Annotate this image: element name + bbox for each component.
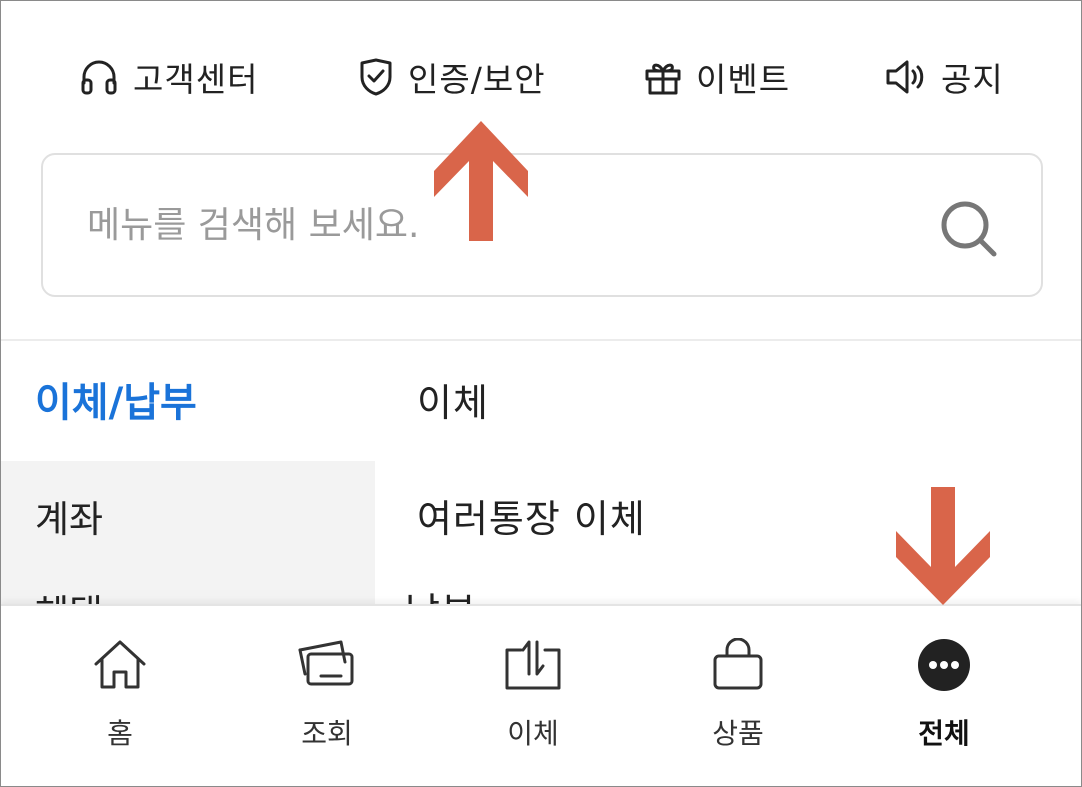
more-icon bbox=[917, 638, 971, 696]
top-link-label: 고객센터 bbox=[133, 60, 259, 99]
bottom-tab-bar: 홈 조회 이체 상품 전체 bbox=[1, 604, 1081, 786]
menu-search-box bbox=[41, 153, 1043, 297]
section-divider bbox=[1, 339, 1081, 341]
home-icon bbox=[93, 638, 147, 696]
top-link-auth-security[interactable]: 인증/보안 bbox=[358, 51, 546, 103]
top-link-notice[interactable]: 공지 bbox=[885, 51, 1004, 103]
tab-all-menu[interactable]: 전체 bbox=[844, 606, 1044, 786]
shield-check-icon bbox=[358, 57, 394, 97]
top-links-bar: 고객센터 인증/보안 이벤트 공지 bbox=[1, 51, 1081, 103]
tab-label: 상품 bbox=[712, 717, 764, 750]
tab-label: 전체 bbox=[918, 717, 970, 750]
tab-home[interactable]: 홈 bbox=[20, 606, 220, 786]
up-arrow-annotation bbox=[434, 121, 528, 241]
transfer-icon bbox=[503, 638, 563, 696]
cards-icon bbox=[297, 638, 357, 694]
tab-label: 조회 bbox=[301, 717, 353, 750]
shopping-bag-icon bbox=[711, 637, 765, 696]
search-icon[interactable] bbox=[939, 199, 999, 263]
top-link-event[interactable]: 이벤트 bbox=[644, 51, 790, 103]
tab-transfer[interactable]: 이체 bbox=[433, 606, 633, 786]
top-link-label: 공지 bbox=[941, 60, 1004, 99]
category-transfer-payment[interactable]: 이체/납부 bbox=[1, 373, 375, 433]
category-account[interactable]: 계좌 bbox=[1, 461, 375, 579]
speaker-icon bbox=[885, 58, 927, 96]
category-list: 이체/납부 계좌 혜택 bbox=[1, 343, 375, 613]
down-arrow-annotation bbox=[896, 487, 990, 605]
tab-products[interactable]: 상품 bbox=[638, 606, 838, 786]
top-link-customer-center[interactable]: 고객센터 bbox=[79, 51, 258, 103]
top-link-label: 이벤트 bbox=[696, 60, 791, 99]
app-screen: 고객센터 인증/보안 이벤트 공지 메뉴를 검색해 보세요. 이체/납부 계좌 … bbox=[0, 0, 1082, 787]
tab-label: 홈 bbox=[107, 717, 133, 750]
tab-label: 이체 bbox=[507, 717, 559, 750]
menu-item-transfer[interactable]: 이체 bbox=[417, 373, 489, 433]
headphones-icon bbox=[79, 57, 119, 97]
menu-item-multi-account-transfer[interactable]: 여러통장 이체 bbox=[417, 489, 646, 549]
gift-icon bbox=[644, 58, 682, 96]
top-link-label: 인증/보안 bbox=[408, 60, 546, 99]
tab-inquiry[interactable]: 조회 bbox=[227, 606, 427, 786]
